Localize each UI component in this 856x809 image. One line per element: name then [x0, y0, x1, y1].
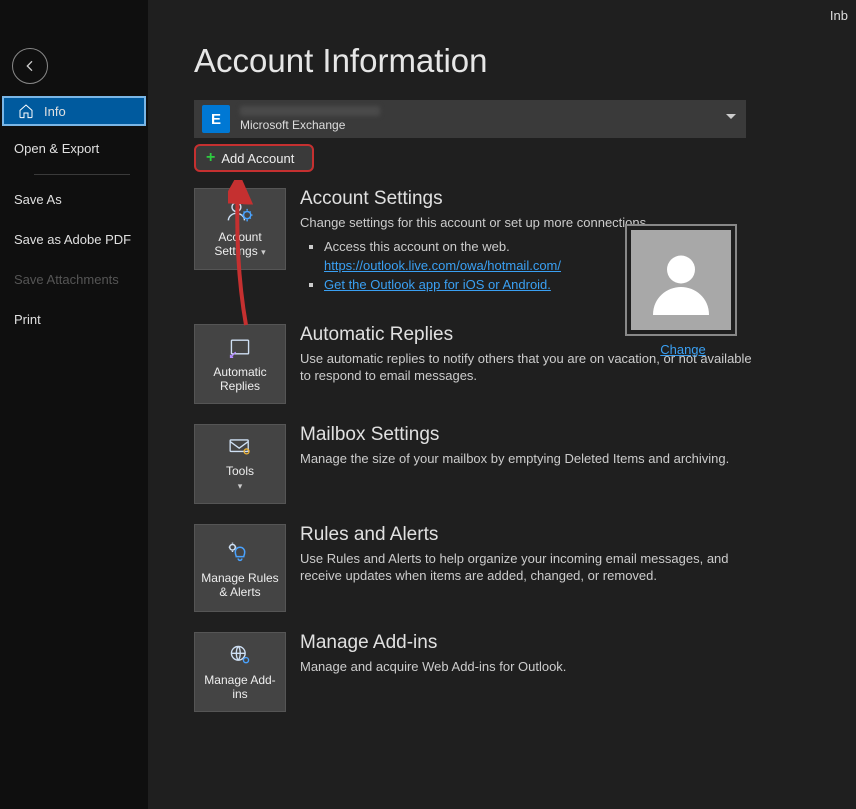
- account-type-label: Microsoft Exchange: [240, 118, 380, 132]
- chevron-down-icon: [726, 114, 736, 119]
- sidebar-item-save-attachments: Save Attachments: [14, 271, 134, 289]
- automatic-replies-tile[interactable]: Automatic Replies: [194, 324, 286, 404]
- back-button[interactable]: [12, 48, 48, 84]
- mailbox-desc: Manage the size of your mailbox by empty…: [300, 450, 754, 467]
- tile-label-account-settings: Account Settings ▾: [199, 230, 281, 259]
- home-icon: [18, 103, 34, 119]
- chevron-down-icon: ▾: [261, 247, 266, 257]
- chevron-down-icon: ▾: [238, 481, 243, 491]
- auto-reply-icon: [225, 335, 255, 359]
- page-title: Account Information: [194, 42, 856, 80]
- bell-gear-icon: [225, 537, 255, 565]
- account-settings-tile[interactable]: Account Settings ▾: [194, 188, 286, 270]
- sidebar-item-save-adobe-pdf[interactable]: Save as Adobe PDF: [14, 231, 134, 249]
- rules-desc: Use Rules and Alerts to help organize yo…: [300, 550, 754, 584]
- account-email-redacted: [240, 106, 380, 116]
- plus-icon: +: [206, 149, 215, 167]
- add-account-button[interactable]: + Add Account: [194, 144, 314, 172]
- section-mailbox-settings: Tools▾ Mailbox Settings Manage the size …: [194, 424, 754, 504]
- person-placeholder-icon: [646, 245, 716, 315]
- back-arrow-icon: [22, 58, 38, 74]
- globe-gear-icon: [225, 643, 255, 667]
- tools-tile[interactable]: Tools▾: [194, 424, 286, 504]
- tile-label-auto-replies: Automatic Replies: [199, 365, 281, 393]
- section-addins: Manage Add-ins Manage Add-ins Manage and…: [194, 632, 754, 712]
- owa-link[interactable]: https://outlook.live.com/owa/hotmail.com…: [324, 258, 561, 273]
- sidebar-label-info: Info: [44, 104, 66, 119]
- sidebar-item-save-as[interactable]: Save As: [14, 191, 134, 209]
- exchange-logo-icon: E: [202, 105, 230, 133]
- tile-label-addins: Manage Add-ins: [199, 673, 281, 701]
- account-selector[interactable]: E Microsoft Exchange: [194, 100, 746, 138]
- mailbox-heading: Mailbox Settings: [300, 424, 754, 446]
- tile-label-rules: Manage Rules & Alerts: [199, 571, 281, 599]
- rules-heading: Rules and Alerts: [300, 524, 754, 546]
- add-account-label: Add Account: [221, 151, 294, 166]
- addins-tile[interactable]: Manage Add-ins: [194, 632, 286, 712]
- sidebar: Info Open & Export Save As Save as Adobe…: [0, 0, 148, 809]
- tile-label-tools: Tools▾: [226, 464, 254, 493]
- sidebar-divider: [34, 174, 130, 175]
- addins-heading: Manage Add-ins: [300, 632, 754, 654]
- rules-alerts-tile[interactable]: Manage Rules & Alerts: [194, 524, 286, 612]
- change-photo-link[interactable]: Change: [625, 342, 741, 357]
- account-settings-heading: Account Settings: [300, 188, 754, 210]
- account-gear-icon: [225, 199, 255, 224]
- mobile-app-link[interactable]: Get the Outlook app for iOS or Android.: [324, 277, 551, 292]
- envelope-tools-icon: [225, 435, 255, 458]
- account-info: Microsoft Exchange: [240, 106, 380, 132]
- profile-photo-region: Change: [625, 224, 741, 357]
- sidebar-item-info[interactable]: Info: [2, 96, 146, 126]
- access-web-label: Access this account on the web.: [324, 239, 510, 254]
- addins-desc: Manage and acquire Web Add-ins for Outlo…: [300, 658, 754, 675]
- section-rules-alerts: Manage Rules & Alerts Rules and Alerts U…: [194, 524, 754, 612]
- sidebar-item-print[interactable]: Print: [14, 311, 134, 329]
- main-pane: Account Information E Microsoft Exchange…: [148, 0, 856, 809]
- sidebar-item-open-export[interactable]: Open & Export: [14, 140, 134, 158]
- avatar-frame: [625, 224, 737, 336]
